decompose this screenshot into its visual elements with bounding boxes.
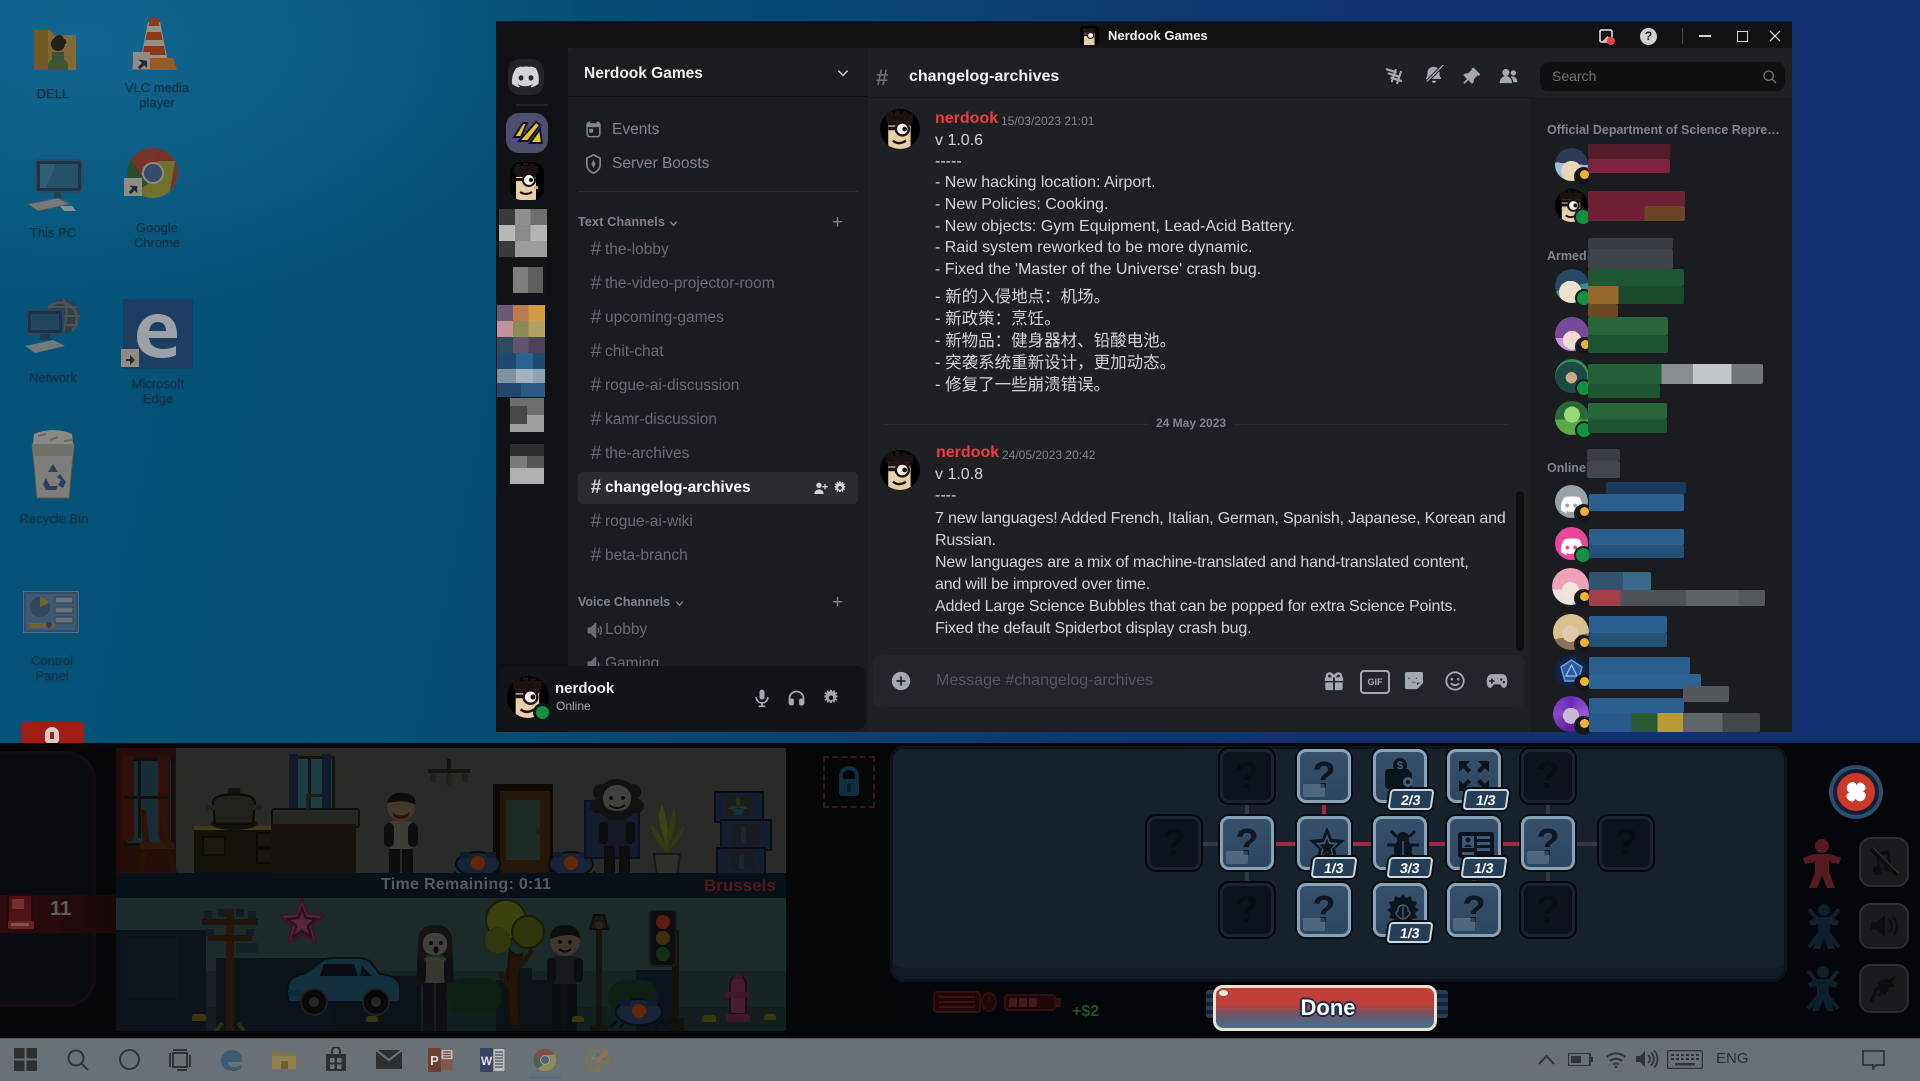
svg-text:P: P: [430, 1053, 439, 1068]
svg-text:W: W: [481, 1054, 493, 1068]
